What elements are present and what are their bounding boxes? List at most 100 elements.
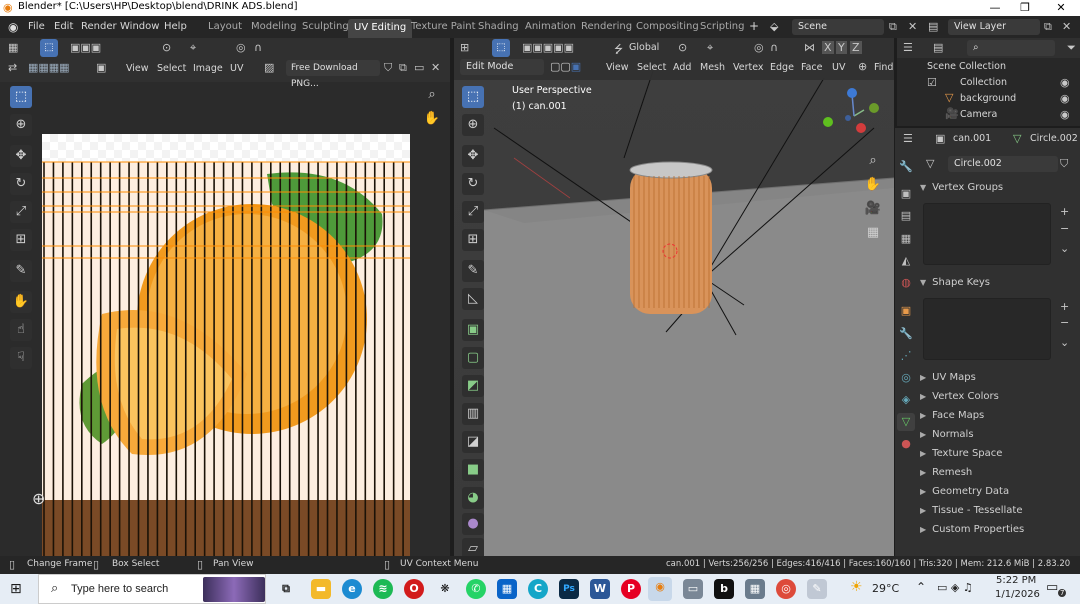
uv-menu-image[interactable]: Image xyxy=(193,63,223,74)
fake-user-icon[interactable]: ⛉ xyxy=(384,61,392,75)
vp-menu-edge[interactable]: Edge xyxy=(770,62,794,73)
collection-checkbox-icon[interactable]: ☑ xyxy=(927,76,937,89)
view-layer-tab-icon[interactable]: ▦ xyxy=(897,230,915,248)
selection-set-icons[interactable]: ▣▣▣▣▣ xyxy=(522,41,574,54)
annotate-tool-button[interactable]: ✎ xyxy=(10,260,32,282)
relax-tool-button[interactable]: ☝ xyxy=(10,319,32,341)
tab-layout[interactable]: Layout xyxy=(208,21,242,32)
uv-menu-uv[interactable]: UV xyxy=(230,63,243,74)
move-tool-button[interactable]: ✥ xyxy=(462,145,484,167)
move-tool-button[interactable]: ✥ xyxy=(10,145,32,167)
close-button[interactable]: ✕ xyxy=(1044,0,1078,16)
menu-render[interactable]: Render xyxy=(81,21,117,32)
windows-start-icon[interactable]: ⊞ xyxy=(10,581,22,597)
menu-help[interactable]: Help xyxy=(164,21,187,32)
bandlab-icon[interactable]: b xyxy=(714,579,734,599)
remesh-panel[interactable]: ▶ Remesh xyxy=(920,464,1076,482)
photoshop-icon[interactable]: Ps xyxy=(559,579,579,599)
image-name-field[interactable]: Free Download PNG... xyxy=(286,60,380,89)
vp-menu-uv[interactable]: UV xyxy=(832,62,845,73)
select-tool-button[interactable]: ⬚ xyxy=(462,86,484,108)
tab-texture-paint[interactable]: Texture Paint xyxy=(411,21,476,32)
open-image-icon[interactable]: ▭ xyxy=(414,61,424,74)
mirror-icon[interactable]: ⋈ xyxy=(804,41,815,54)
uv-cursor-icon[interactable]: ⊕ xyxy=(32,489,45,508)
material-tab-icon[interactable]: ● xyxy=(897,435,915,453)
shape-key-menu-icon[interactable]: ⌄ xyxy=(1060,336,1069,349)
opera-icon[interactable]: O xyxy=(404,579,424,599)
pivot-icon[interactable]: ⊙ xyxy=(678,41,687,54)
cursor-tool-button[interactable]: ⊕ xyxy=(10,114,32,136)
new-scene-icon[interactable]: ⧉ xyxy=(889,20,897,34)
globe-icon[interactable]: ⊕ xyxy=(858,60,867,73)
navigation-gizmo[interactable] xyxy=(818,82,894,142)
uv-image-canvas[interactable] xyxy=(42,134,410,556)
tab-rendering[interactable]: Rendering xyxy=(581,21,632,32)
visibility-eye-icon[interactable]: ◉ xyxy=(1060,92,1070,105)
falloff-icon[interactable]: ∩ xyxy=(254,41,262,54)
select-tool-button[interactable]: ⬚ xyxy=(10,86,32,108)
visibility-eye-icon[interactable]: ◉ xyxy=(1060,108,1070,121)
taskbar-search-box[interactable]: ⌕ Type here to search xyxy=(38,574,266,604)
editor-type-icon[interactable]: ⊞ xyxy=(460,41,469,54)
geometry-data-panel[interactable]: ▶ Geometry Data xyxy=(920,483,1076,501)
remove-vertex-group-button[interactable]: − xyxy=(1060,222,1069,235)
mode-dropdown[interactable]: Edit Mode xyxy=(460,59,544,75)
rotate-tool-button[interactable]: ↻ xyxy=(462,173,484,195)
mesh-select-mode-icons[interactable]: ▢▢▣ xyxy=(550,60,581,73)
face-maps-panel[interactable]: ▶ Face Maps xyxy=(920,407,1076,425)
orientation-dropdown[interactable]: Global xyxy=(629,42,659,53)
axis-z-button[interactable]: Z xyxy=(850,41,862,54)
grab-tool-button[interactable]: ✋ xyxy=(10,291,32,313)
chrome-icon[interactable]: ◎ xyxy=(776,579,796,599)
new-image-icon[interactable]: ⧉ xyxy=(399,61,407,75)
weather-temperature[interactable]: 29°C xyxy=(872,582,899,595)
editor-type-icon[interactable]: ▦ xyxy=(8,41,18,54)
scene-tab-icon[interactable]: ◭ xyxy=(897,252,915,270)
outliner-search-input[interactable]: ⌕ xyxy=(967,40,1055,56)
menu-window[interactable]: Window xyxy=(120,21,159,32)
falloff-icon[interactable]: ∩ xyxy=(770,41,778,54)
add-workspace-button[interactable]: + xyxy=(749,19,759,33)
tab-uv-editing[interactable]: UV Editing xyxy=(348,19,413,38)
particles-tab-icon[interactable]: ⋰ xyxy=(897,347,915,365)
notification-icon[interactable]: ▭ xyxy=(1046,580,1058,595)
editor-type-icon[interactable]: ☰ xyxy=(903,132,913,145)
outliner-item-background[interactable]: background xyxy=(960,93,1016,104)
sticky-select-icon[interactable]: ▣ xyxy=(96,61,106,74)
pivot-icon[interactable]: ⊙ xyxy=(162,41,171,54)
transform-tool-button[interactable]: ⊞ xyxy=(10,229,32,251)
bevel-tool-button[interactable]: ◩ xyxy=(462,375,484,397)
weather-icon[interactable]: ☀ xyxy=(850,579,863,595)
canva-icon[interactable]: C xyxy=(528,579,548,599)
texture-space-panel[interactable]: ▶ Texture Space xyxy=(920,445,1076,463)
menu-edit[interactable]: Edit xyxy=(54,21,73,32)
tab-modeling[interactable]: Modeling xyxy=(251,21,297,32)
mesh-name-field[interactable]: Circle.002 xyxy=(948,156,1058,172)
edge-browser-icon[interactable]: e xyxy=(342,579,362,599)
app-icon[interactable]: ▭ xyxy=(683,579,703,599)
tab-scripting[interactable]: Scripting xyxy=(700,21,744,32)
custom-properties-panel[interactable]: ▶ Custom Properties xyxy=(920,521,1076,539)
polybuild-tool-button[interactable]: ■ xyxy=(462,459,484,481)
tab-animation[interactable]: Animation xyxy=(525,21,576,32)
visibility-eye-icon[interactable]: ◉ xyxy=(1060,76,1070,89)
vertex-group-menu-icon[interactable]: ⌄ xyxy=(1060,242,1069,255)
uv-menu-view[interactable]: View xyxy=(126,63,149,74)
axis-x-button[interactable]: X xyxy=(822,41,834,54)
pinch-tool-button[interactable]: ☟ xyxy=(10,347,32,369)
world-tab-icon[interactable]: ◍ xyxy=(897,274,915,292)
pan-view-button[interactable]: ✋ xyxy=(862,174,884,196)
smooth-tool-button[interactable]: ● xyxy=(462,513,484,535)
mesh-data-tab-icon[interactable]: ▽ xyxy=(897,413,915,431)
vertex-groups-list[interactable] xyxy=(923,203,1051,265)
delete-view-layer-icon[interactable]: ✕ xyxy=(1062,20,1071,33)
uv-maps-panel[interactable]: ▶ UV Maps xyxy=(920,369,1076,387)
box-select-icons[interactable]: ▣▣▣ xyxy=(70,41,101,54)
annotate-tool-button[interactable]: ✎ xyxy=(462,260,484,282)
pan-view-button[interactable]: ✋ xyxy=(421,108,443,130)
view-layer-icon[interactable]: ▤ xyxy=(928,20,938,33)
cursor-tool-button[interactable]: ⊕ xyxy=(462,114,484,136)
vp-menu-face[interactable]: Face xyxy=(801,62,822,73)
snap-icon[interactable]: ⌖ xyxy=(707,41,713,55)
